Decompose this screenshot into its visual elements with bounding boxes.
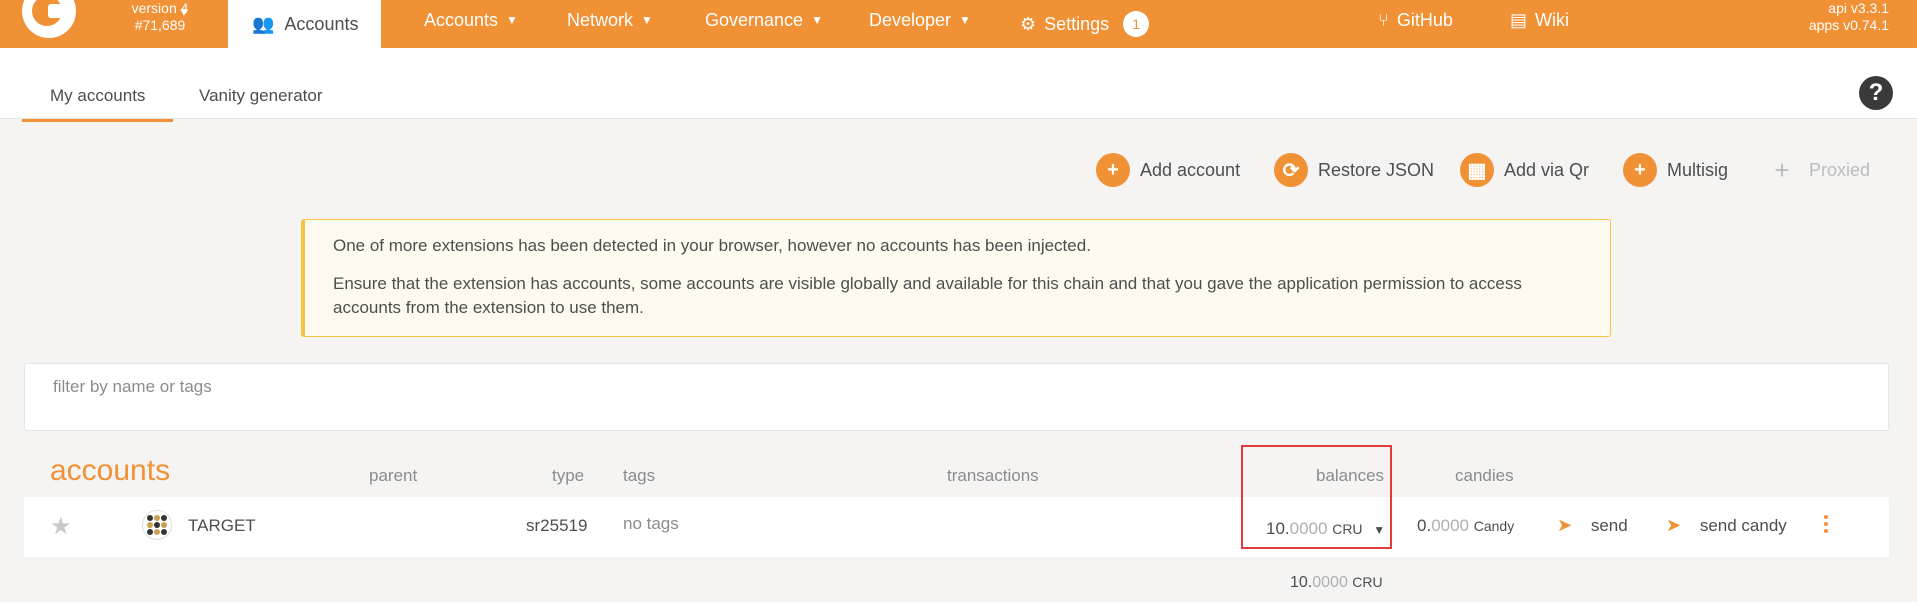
chain-selector[interactable]: version 4 #71,689: [100, 0, 220, 34]
warning-line-1: One of more extensions has been detected…: [333, 236, 1091, 255]
balance-value[interactable]: 10.0000 CRU ▼: [1266, 519, 1385, 539]
header-candies: candies: [1455, 466, 1514, 485]
tab-accounts-active[interactable]: 👥 Accounts: [228, 0, 381, 48]
tab-my-accounts[interactable]: My accounts: [50, 86, 145, 106]
chevron-down-icon: ▼: [811, 13, 823, 27]
header-type: type: [552, 466, 585, 485]
account-tags[interactable]: no tags: [623, 514, 679, 534]
button-label: send: [1590, 516, 1628, 535]
menu-label: Developer: [869, 9, 952, 30]
total-balance: 10.0000 CRU: [1290, 574, 1383, 592]
plus-icon: +: [1623, 153, 1657, 187]
apps-version: apps v0.74.1: [1808, 17, 1889, 33]
more-options-icon[interactable]: [1824, 515, 1830, 533]
chain-version: version 4: [131, 0, 189, 16]
paper-plane-icon: ➤: [1557, 515, 1573, 535]
sync-icon: ⟳: [1274, 153, 1308, 187]
star-icon[interactable]: ★: [50, 512, 72, 541]
extension-warning: One of more extensions has been detected…: [301, 219, 1611, 337]
settings-badge: 1: [1123, 11, 1150, 37]
chevron-down-icon: ▼: [959, 13, 971, 27]
paper-plane-icon: ➤: [1666, 515, 1682, 535]
add-account-button[interactable]: + Add account: [1096, 152, 1240, 188]
qrcode-icon: ▦: [1460, 153, 1494, 187]
account-type: sr25519: [526, 516, 588, 535]
balance-decimal: 0000: [1289, 519, 1328, 538]
chevron-down-icon: ▼: [641, 13, 653, 27]
menu-governance[interactable]: Governance ▼: [705, 0, 823, 40]
header-transactions: transactions: [947, 466, 1039, 485]
multisig-button[interactable]: + Multisig: [1623, 152, 1728, 188]
plus-icon: +: [1774, 154, 1790, 185]
filter-input[interactable]: [51, 376, 655, 398]
menu-accounts[interactable]: Accounts ▼: [424, 0, 518, 40]
book-icon: ▤: [1510, 9, 1528, 30]
balance-integer: 10.: [1266, 519, 1290, 538]
total-integer: 10.: [1290, 574, 1313, 591]
link-wiki[interactable]: ▤ Wiki: [1510, 0, 1569, 40]
link-label: GitHub: [1396, 9, 1453, 30]
menu-label: Accounts: [424, 9, 499, 30]
candy-decimal: 0000: [1431, 516, 1470, 535]
warning-line-2: Ensure that the extension has accounts, …: [333, 274, 1522, 317]
button-label: Add account: [1140, 159, 1241, 180]
send-button[interactable]: ➤ send: [1557, 515, 1628, 536]
button-label: send candy: [1699, 516, 1787, 535]
active-tab-indicator: [22, 119, 173, 122]
menu-settings[interactable]: ⚙ Settings 1: [1020, 4, 1150, 44]
header-parent: parent: [369, 466, 418, 485]
plus-icon: +: [1096, 153, 1130, 187]
send-candy-button[interactable]: ➤ send candy: [1666, 515, 1787, 536]
sub-navigation: [0, 48, 1917, 119]
help-icon[interactable]: ?: [1859, 76, 1893, 110]
users-icon: 👥: [252, 13, 275, 34]
account-name[interactable]: TARGET: [188, 516, 256, 536]
proxied-button[interactable]: + Proxied: [1765, 152, 1870, 188]
total-unit: CRU: [1352, 574, 1383, 590]
menu-network[interactable]: Network ▼: [567, 0, 653, 40]
button-label: Proxied: [1809, 159, 1871, 180]
menu-label: Settings: [1044, 13, 1110, 34]
branch-icon: ⑂: [1378, 9, 1389, 30]
balance-unit: CRU: [1332, 521, 1363, 537]
menu-label: Governance: [705, 9, 804, 30]
total-decimal: 0000: [1312, 574, 1348, 591]
api-version: api v3.3.1: [1828, 0, 1889, 16]
filter-box: [24, 363, 1889, 431]
tab-label: Accounts: [284, 13, 359, 34]
chevron-down-icon[interactable]: ▼: [178, 5, 190, 19]
accounts-title: accounts: [50, 454, 171, 487]
logo-notch: [48, 4, 68, 18]
gears-icon: ⚙: [1020, 13, 1037, 34]
candy-value: 0.0000 Candy: [1417, 516, 1514, 536]
menu-label: Network: [567, 9, 634, 30]
account-identicon[interactable]: [142, 510, 172, 540]
tab-vanity-generator[interactable]: Vanity generator: [199, 86, 322, 106]
version-info: api v3.3.1 apps v0.74.1: [1809, 0, 1889, 34]
link-github[interactable]: ⑂ GitHub: [1378, 0, 1453, 40]
button-label: Add via Qr: [1504, 159, 1590, 180]
header-tags: tags: [623, 466, 656, 485]
candy-integer: 0.: [1417, 516, 1432, 535]
candy-unit: Candy: [1473, 518, 1515, 534]
menu-developer[interactable]: Developer ▼: [869, 0, 971, 40]
chain-block: #71,689: [134, 17, 186, 33]
add-via-qr-button[interactable]: ▦ Add via Qr: [1460, 152, 1589, 188]
button-label: Multisig: [1667, 159, 1729, 180]
button-label: Restore JSON: [1318, 159, 1435, 180]
link-label: Wiki: [1535, 9, 1570, 30]
chevron-down-icon: ▼: [1373, 523, 1386, 537]
restore-json-button[interactable]: ⟳ Restore JSON: [1274, 152, 1434, 188]
chevron-down-icon: ▼: [506, 13, 518, 27]
